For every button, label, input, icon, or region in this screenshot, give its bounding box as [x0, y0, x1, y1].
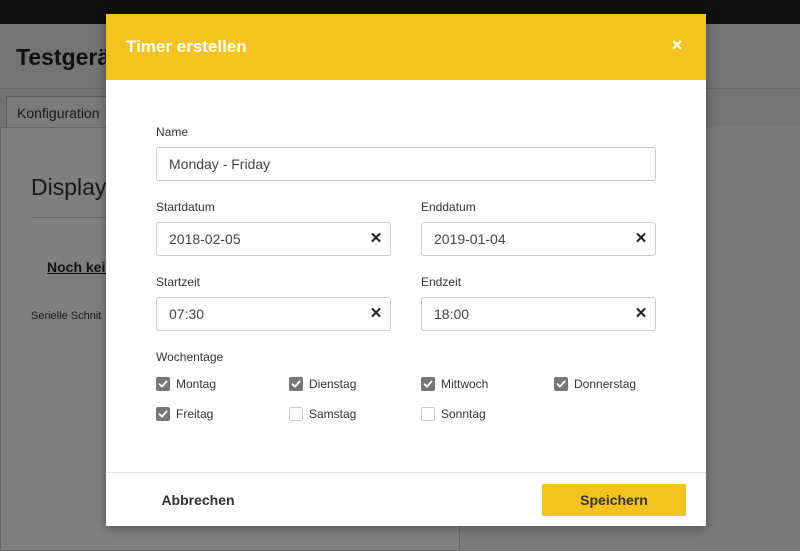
- checkbox-label: Sonntag: [441, 407, 486, 421]
- name-input[interactable]: Monday - Friday: [156, 147, 656, 181]
- dialog-footer: Abbrechen Speichern: [106, 472, 706, 526]
- close-icon[interactable]: ×: [666, 34, 688, 56]
- checkbox-label: Dienstag: [309, 377, 357, 391]
- clear-start-time-icon[interactable]: ✕: [368, 306, 384, 322]
- start-date-label: Startdatum: [156, 200, 215, 214]
- checkbox-box: [289, 377, 303, 391]
- checkbox-box: [156, 377, 170, 391]
- create-timer-dialog: Timer erstellen × Name Monday - Friday S…: [106, 14, 706, 526]
- check-icon: [158, 380, 168, 388]
- end-date-label: Enddatum: [421, 200, 476, 214]
- end-time-input[interactable]: 18:00: [421, 297, 656, 331]
- clear-start-date-icon[interactable]: ✕: [368, 231, 384, 247]
- check-icon: [556, 380, 566, 388]
- checkbox-label: Mittwoch: [441, 377, 489, 391]
- checkbox-box: [554, 377, 568, 391]
- clear-end-time-icon[interactable]: ✕: [633, 306, 649, 322]
- check-icon: [423, 380, 433, 388]
- checkbox-label: Samstag: [309, 407, 357, 421]
- end-date-input[interactable]: 2019-01-04: [421, 222, 656, 256]
- start-time-input[interactable]: 07:30: [156, 297, 391, 331]
- weekday-checkbox-montag[interactable]: Montag: [156, 376, 216, 392]
- checkbox-box: [289, 407, 303, 421]
- checkbox-box: [421, 377, 435, 391]
- check-icon: [291, 380, 301, 388]
- name-label: Name: [156, 125, 189, 139]
- weekday-checkbox-donnerstag[interactable]: Donnerstag: [554, 376, 636, 392]
- weekdays-label: Wochentage: [156, 350, 224, 364]
- checkbox-box: [156, 407, 170, 421]
- weekday-checkbox-freitag[interactable]: Freitag: [156, 406, 213, 422]
- dialog-header: Timer erstellen ×: [106, 14, 706, 80]
- weekday-checkbox-samstag[interactable]: Samstag: [289, 406, 356, 422]
- dialog-title: Timer erstellen: [126, 37, 247, 56]
- cancel-button[interactable]: Abbrechen: [142, 485, 254, 515]
- checkbox-label: Donnerstag: [574, 377, 637, 391]
- dialog-body: Name Monday - Friday Startdatum 2018-02-…: [106, 80, 706, 472]
- clear-end-date-icon[interactable]: ✕: [633, 231, 649, 247]
- weekday-checkbox-sonntag[interactable]: Sonntag: [421, 406, 486, 422]
- weekday-checkbox-dienstag[interactable]: Dienstag: [289, 376, 356, 392]
- check-icon: [158, 410, 168, 418]
- end-time-label: Endzeit: [421, 275, 462, 289]
- start-time-label: Startzeit: [156, 275, 201, 289]
- checkbox-label: Montag: [176, 377, 217, 391]
- start-date-input[interactable]: 2018-02-05: [156, 222, 391, 256]
- save-button[interactable]: Speichern: [542, 484, 686, 516]
- checkbox-label: Freitag: [176, 407, 214, 421]
- checkbox-box: [421, 407, 435, 421]
- weekday-checkbox-mittwoch[interactable]: Mittwoch: [421, 376, 488, 392]
